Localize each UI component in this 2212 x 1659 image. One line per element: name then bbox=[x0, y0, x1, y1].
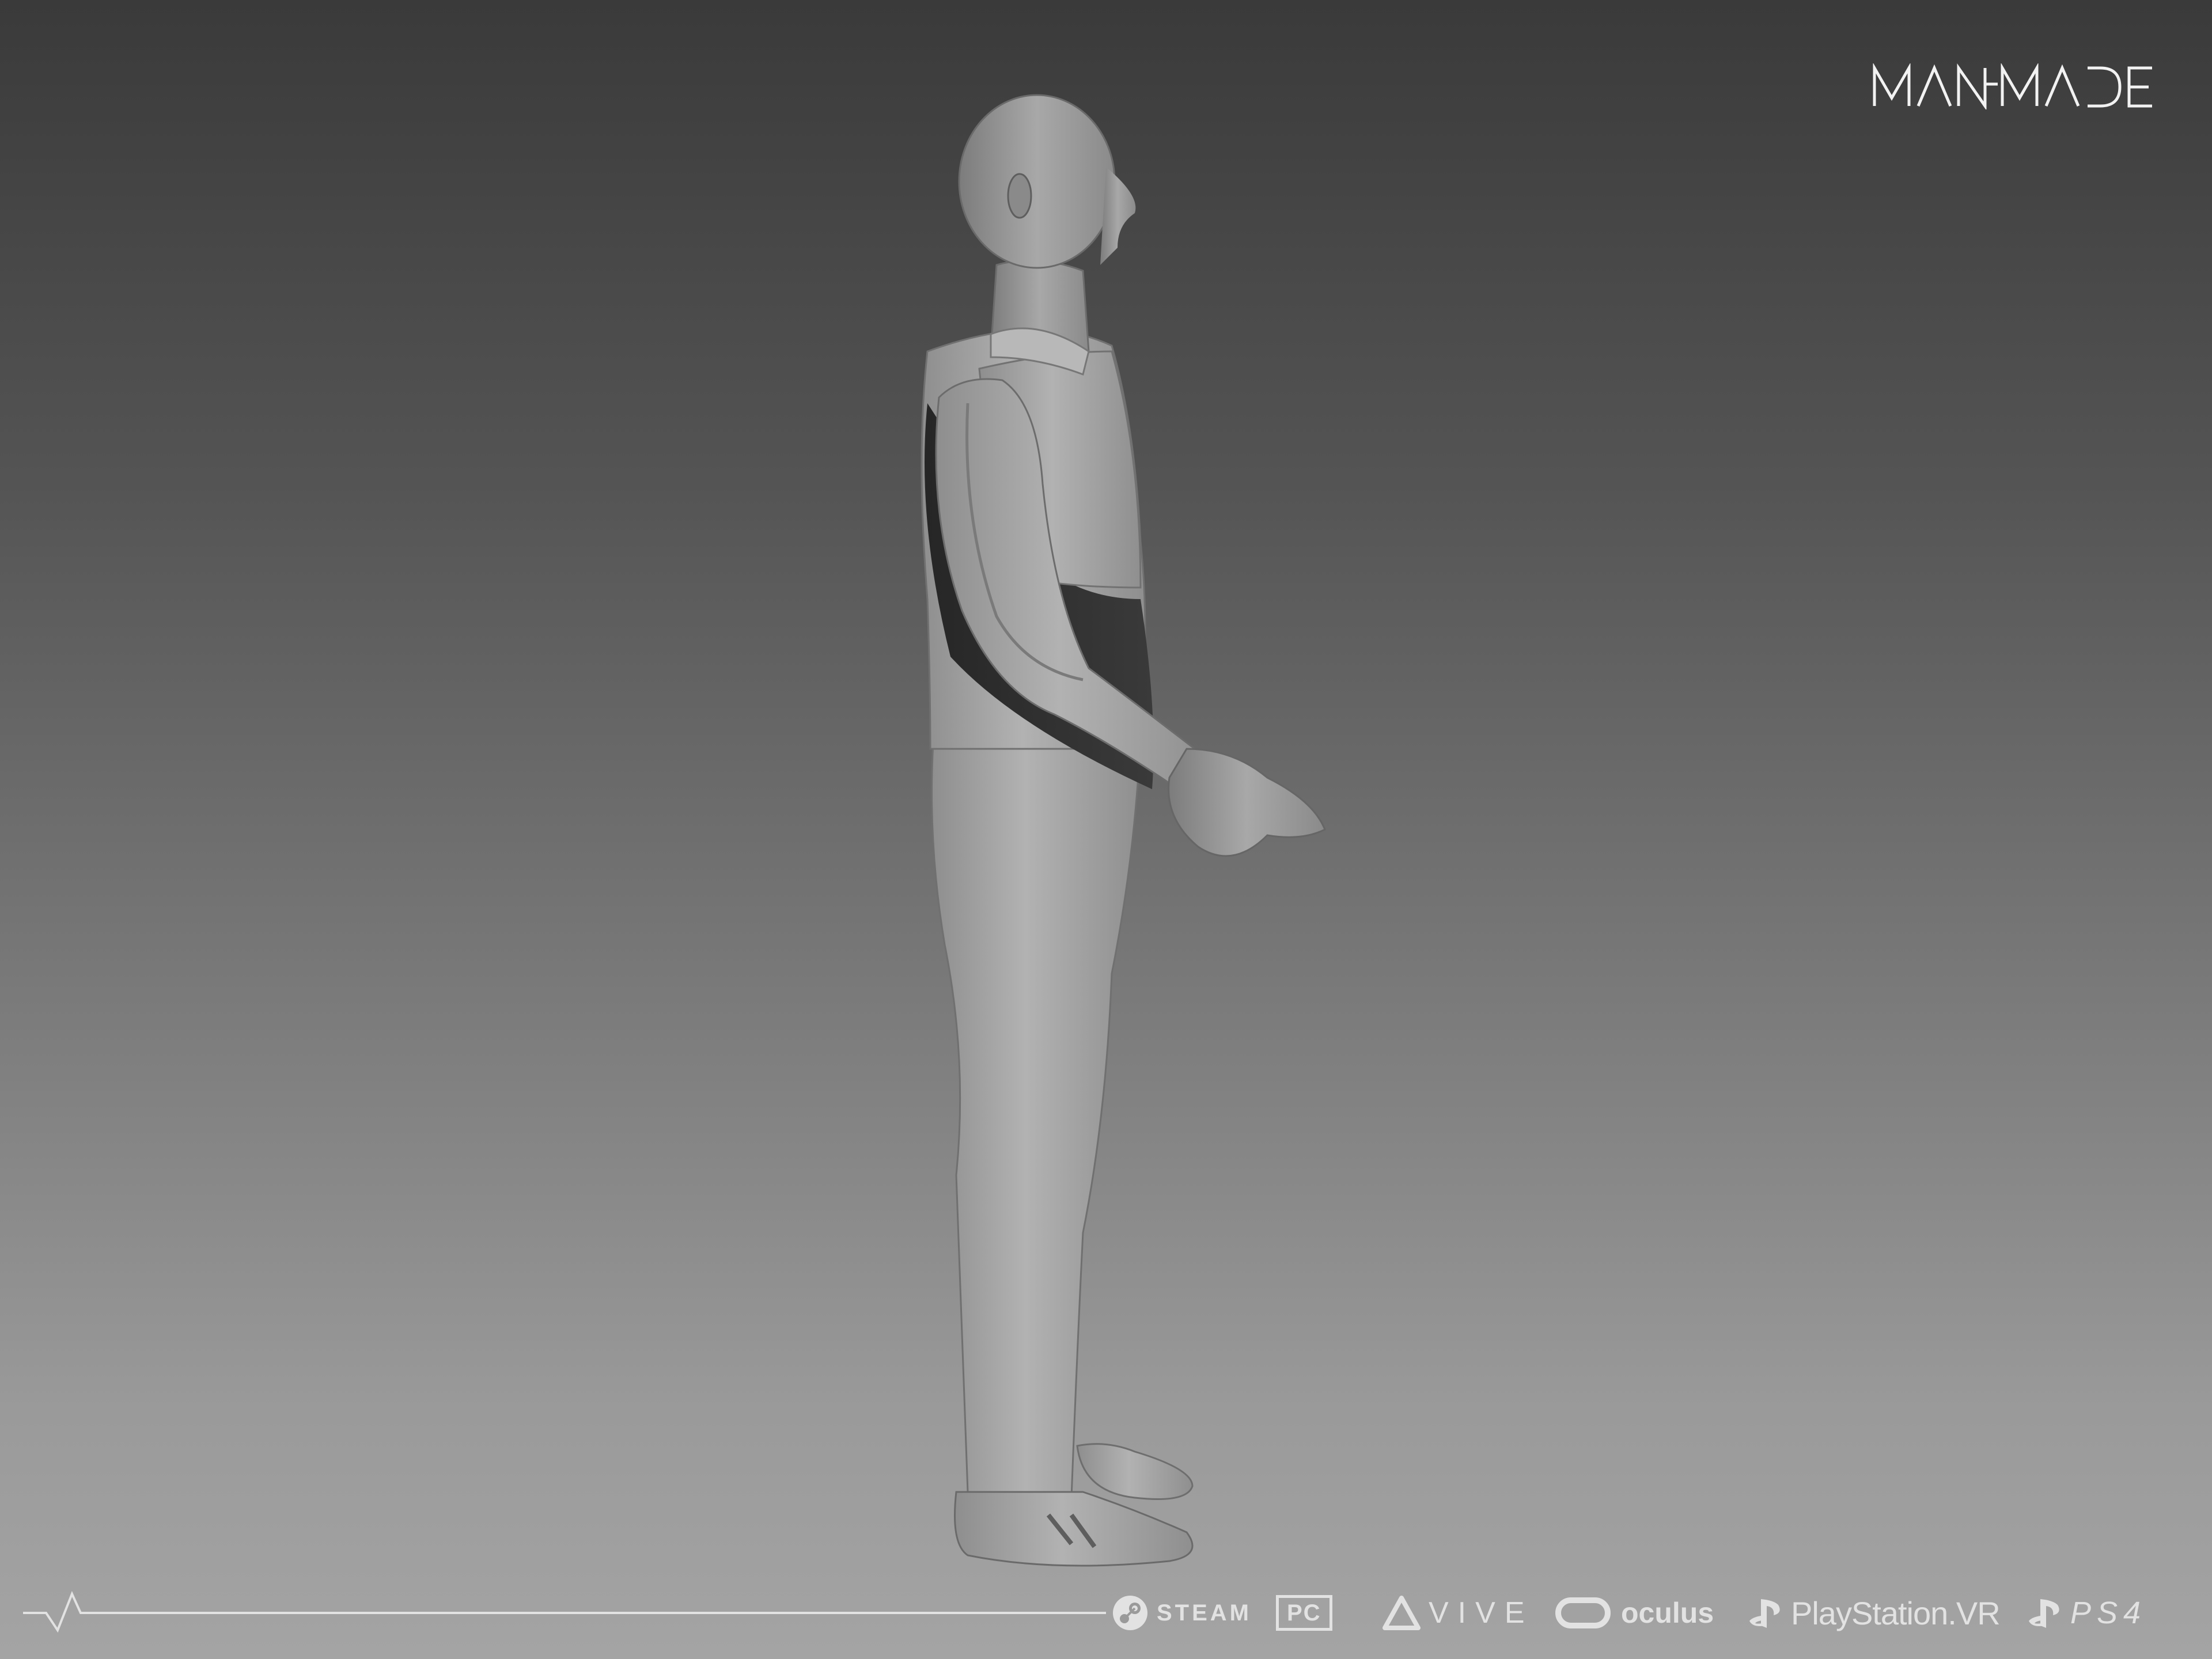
platform-vive: VIVE bbox=[1382, 1593, 1534, 1633]
platform-label: PC bbox=[1287, 1600, 1321, 1626]
heartbeat-pulse-icon bbox=[23, 1590, 1106, 1633]
steam-icon bbox=[1113, 1596, 1147, 1630]
platform-label: VIVE bbox=[1429, 1596, 1534, 1630]
platform-steam: STEAM bbox=[1112, 1593, 1252, 1633]
platform-ps4: PS4 bbox=[2028, 1593, 2146, 1633]
platform-playstation-vr: PlayStation.VR bbox=[1748, 1593, 2001, 1633]
platform-label: PlayStation.VR bbox=[1791, 1594, 2001, 1631]
playstation-icon bbox=[2029, 1599, 2059, 1628]
manmade-logo bbox=[1873, 63, 2152, 109]
vive-icon bbox=[1382, 1596, 1421, 1630]
platform-label: oculus bbox=[1621, 1597, 1714, 1629]
character-figure bbox=[921, 94, 1326, 1567]
platform-label: PS4 bbox=[2070, 1596, 2147, 1630]
platform-oculus: oculus bbox=[1555, 1593, 1714, 1633]
platform-label: STEAM bbox=[1157, 1600, 1252, 1626]
platform-pc: PC bbox=[1276, 1593, 1332, 1633]
pc-icon: PC bbox=[1276, 1595, 1332, 1631]
playstation-icon bbox=[1749, 1599, 1780, 1628]
oculus-icon bbox=[1555, 1597, 1611, 1628]
